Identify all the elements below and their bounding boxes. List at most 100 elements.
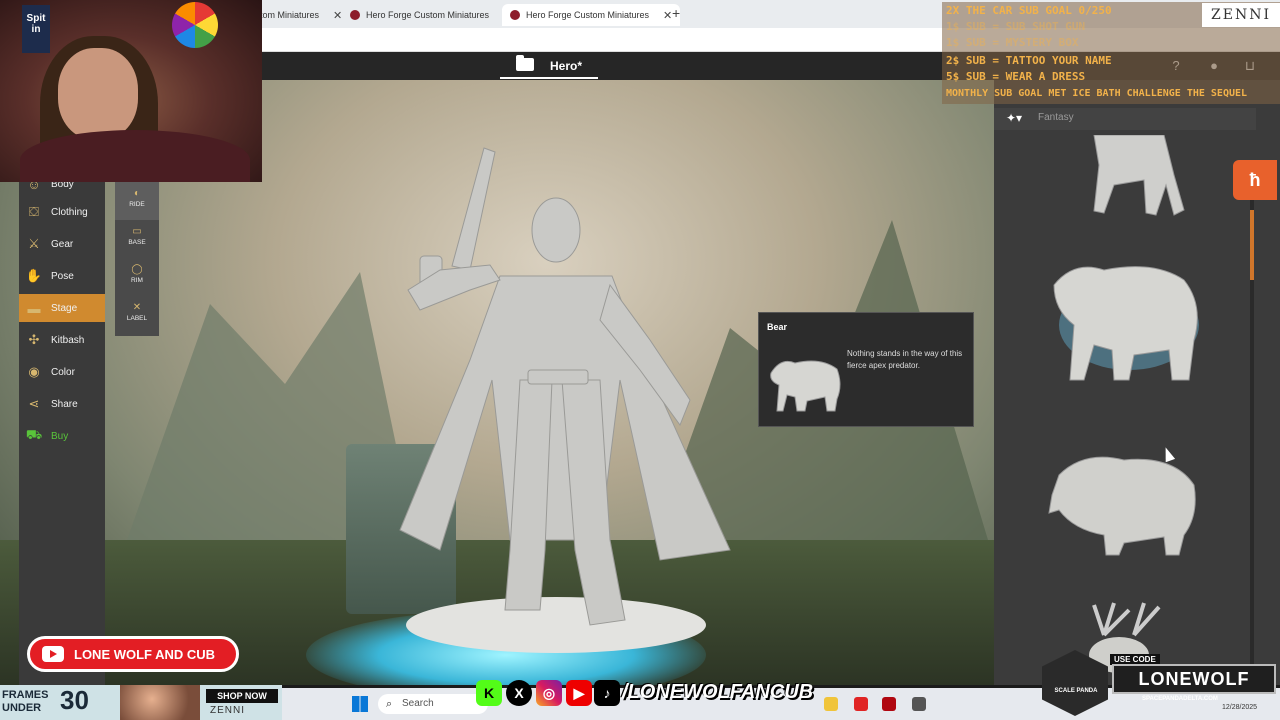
folder-icon[interactable] (516, 55, 534, 71)
social-handle: /LONEWOLFANCUB (622, 681, 814, 703)
file-explorer-icon[interactable] (824, 697, 838, 711)
goal-line: 2$ SUB = TATTOO YOUR NAME (946, 54, 1112, 67)
hero-forge-favicon-icon (510, 10, 520, 20)
kitbash-icon: ✣ (28, 332, 40, 347)
stage-sub-nav: ◐ RIDE ▭ BASE ◯ RIM ✕ LABEL (115, 182, 159, 336)
nav-label: Share (51, 398, 78, 410)
pose-icon: ✋ (25, 268, 43, 283)
taskbar-search[interactable]: Search (378, 694, 488, 714)
ad-number: 30 (60, 685, 89, 715)
sparkle-filter-icon[interactable]: ✦▾ (1006, 111, 1022, 125)
nav-item-buy[interactable]: ⛟ Buy (19, 422, 105, 450)
instagram-icon: ◎ (536, 680, 562, 706)
ride-option-boar[interactable] (1034, 435, 1204, 585)
sub-tab-label: RIDE (129, 201, 145, 208)
patreon-button[interactable]: ħ (1233, 160, 1277, 200)
goal-line: MONTHLY SUB GOAL MET ICE BATH CHALLENGE … (946, 88, 1248, 99)
active-tab-underline (500, 77, 598, 79)
filter-label[interactable]: Fantasy (1038, 112, 1074, 123)
streamer-face (58, 48, 138, 140)
bear-thumbnail (770, 360, 841, 412)
screen-root: tom Miniatures ✕ Hero Forge Custom Minia… (0, 0, 1280, 720)
close-tab-icon[interactable]: ✕ (333, 9, 342, 22)
sub-tab-rim[interactable]: ◯ RIM (115, 258, 159, 296)
panel-scrollbar[interactable] (1250, 210, 1254, 280)
tiktok-icon: ♪ (594, 680, 620, 706)
label-icon: ✕ (132, 302, 142, 313)
x-twitter-icon: X (506, 680, 532, 706)
browser-tab[interactable]: Hero Forge Custom Miniatures ✕ (342, 4, 520, 26)
goal-line: 5$ SUB = WEAR A DRESS (946, 70, 1086, 83)
stage-icon: ▬ (27, 300, 41, 316)
left-nav-rail: ☺ Body ⛋ Clothing ⚔ Gear ✋ Pose ▬ Stage ✣ Kitb… (19, 177, 105, 685)
crossed-swords-icon: ⚔ (28, 236, 40, 251)
sponsor-name: SCALE PANDA (1054, 688, 1098, 694)
youtube-icon: ▶ (566, 680, 592, 706)
sub-tab-label: RIM (131, 277, 143, 284)
nav-item-color[interactable]: ◉ Color (19, 358, 105, 386)
nav-item-share[interactable]: ⋖ Share (19, 390, 105, 418)
youtube-icon (42, 646, 64, 662)
goal-line: 2X THE CAR SUB GOAL 0/250 (946, 4, 1112, 17)
nav-label: Clothing (51, 206, 88, 218)
sponsor-code-overlay: SCALE PANDA USE CODE LONEWOLF SPACEPANDA… (1042, 644, 1280, 720)
browser-tab[interactable]: tom Miniatures ✕ (252, 4, 350, 26)
filter-bar: ✦▾ Fantasy (994, 108, 1256, 130)
tab-label: Hero Forge Custom Miniatures (526, 10, 650, 20)
shop-now-label: SHOP NOW (206, 689, 278, 703)
nav-label: Gear (51, 238, 74, 250)
prize-wheel (172, 2, 218, 48)
nav-label: Kitbash (51, 334, 85, 346)
cart-icon: ⛟ (25, 427, 43, 442)
ride-icon: ◐ (133, 188, 141, 199)
hero-forge-favicon-icon (350, 10, 360, 20)
channel-banner: LONE WOLF AND CUB (27, 636, 239, 672)
tab-label: tom Miniatures (260, 10, 320, 20)
webcam-overlay: Spit in (0, 0, 262, 182)
app-icon[interactable] (912, 697, 926, 711)
shirt-icon: ⛋ (29, 204, 39, 219)
tooltip-title: Bear (767, 322, 788, 332)
project-name[interactable]: Hero* (550, 59, 582, 73)
nav-label: Stage (51, 302, 78, 314)
goal-line: 1$ SUB = SUB SHOT GUN (946, 20, 1086, 33)
scale-panda-logo (1042, 650, 1108, 716)
ride-tooltip: Bear Nothing stands in the way of this f… (758, 312, 974, 427)
sub-tab-label: BASE (128, 239, 146, 246)
tooltip-description: Nothing stands in the way of this fierce… (847, 349, 963, 370)
share-icon: ⋖ (28, 396, 40, 411)
ad-brand: ZENNI (210, 705, 245, 716)
nav-label: Color (51, 366, 75, 378)
base-icon: ▭ (132, 226, 142, 237)
nav-item-kitbash[interactable]: ✣ Kitbash (19, 326, 105, 354)
close-tab-icon[interactable]: ✕ (663, 9, 672, 22)
streamer-shirt (20, 130, 250, 182)
kick-icon: K (476, 680, 502, 706)
tab-label: Hero Forge Custom Miniatures (366, 10, 490, 20)
windows-start-icon[interactable] (352, 696, 368, 712)
promo-code: LONEWOLF (1112, 664, 1276, 694)
palette-icon: ◉ (28, 364, 40, 379)
webcam-sign: Spit in (22, 5, 50, 53)
channel-name: LONE WOLF AND CUB (74, 646, 216, 662)
nav-label: Pose (51, 270, 74, 282)
nav-item-stage[interactable]: ▬ Stage (19, 294, 105, 322)
sub-tab-label-text: LABEL (126, 315, 148, 322)
nav-label: Buy (51, 430, 69, 442)
ride-option-bear[interactable] (1034, 255, 1204, 405)
nav-item-clothing[interactable]: ⛋ Clothing (19, 198, 105, 226)
sub-tab-ride[interactable]: ◐ RIDE (115, 182, 159, 220)
social-links: K X ◎ ▶ ♪ /LONEWOLFANCUB (474, 678, 814, 708)
youtube-icon[interactable] (854, 697, 868, 711)
goal-line: 1$ SUB = MYSTERY BOX (946, 36, 1079, 49)
nav-item-gear[interactable]: ⚔ Gear (19, 230, 105, 258)
zenni-ad: FRAMES UNDER 30 SHOP NOW ZENNI (0, 685, 282, 720)
netflix-icon[interactable] (882, 697, 896, 711)
browser-tab-active[interactable]: Hero Forge Custom Miniatures ✕ (502, 4, 681, 26)
rim-icon: ◯ (131, 264, 143, 275)
ad-model-photo (120, 685, 200, 720)
sub-tab-base[interactable]: ▭ BASE (115, 220, 159, 258)
plus-icon[interactable]: + (672, 5, 680, 21)
nav-item-pose[interactable]: ✋ Pose (19, 262, 105, 290)
sub-tab-label[interactable]: ✕ LABEL (115, 296, 159, 334)
